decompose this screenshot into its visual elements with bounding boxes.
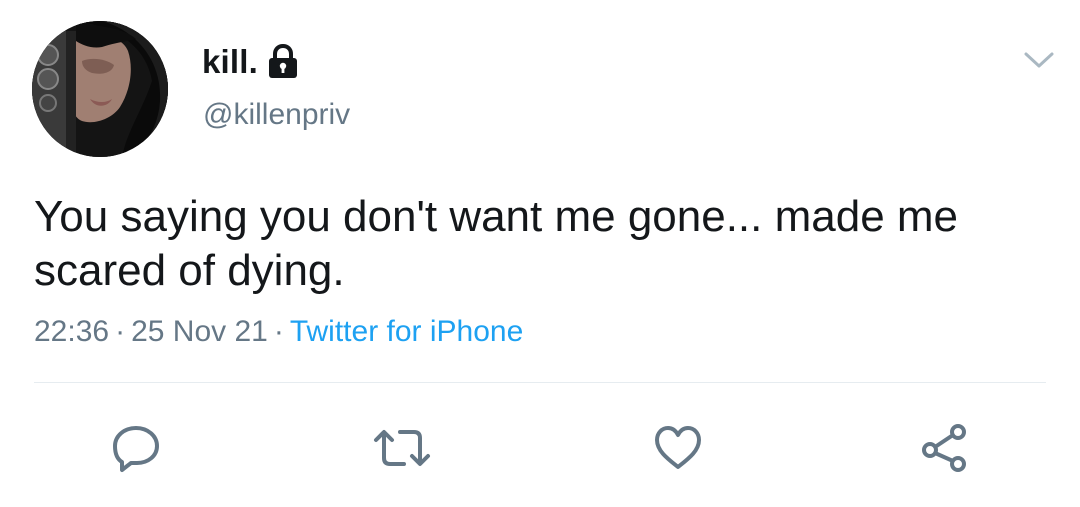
share-icon <box>922 424 966 472</box>
retweet-button[interactable] <box>370 422 430 474</box>
meta-separator: · <box>115 315 126 348</box>
reply-button[interactable] <box>110 422 162 474</box>
tweet: kill. @killenpriv You saying you don't w… <box>0 0 1080 507</box>
author-handle[interactable]: @killenpriv <box>203 98 350 132</box>
display-name[interactable]: kill. <box>202 43 258 81</box>
chevron-down-icon[interactable] <box>1022 48 1056 72</box>
heart-icon <box>655 426 701 469</box>
meta-separator: · <box>273 315 284 348</box>
divider <box>34 382 1046 383</box>
tweet-text: You saying you don't want me gone... mad… <box>34 192 959 295</box>
reply-icon <box>113 426 159 472</box>
author-name-row[interactable]: kill. <box>202 40 298 84</box>
tweet-source[interactable]: Twitter for iPhone <box>290 315 523 348</box>
retweet-icon <box>374 430 430 466</box>
tweet-date[interactable]: 25 Nov 21 <box>131 315 268 348</box>
avatar-image <box>32 21 168 157</box>
tweet-time[interactable]: 22:36 <box>34 315 109 348</box>
tweet-meta: 22:36 · 25 Nov 21 · Twitter for iPhone <box>34 315 523 349</box>
avatar[interactable] <box>32 21 168 157</box>
share-button[interactable] <box>918 422 970 474</box>
like-button[interactable] <box>652 422 704 474</box>
lock-icon <box>268 43 298 80</box>
